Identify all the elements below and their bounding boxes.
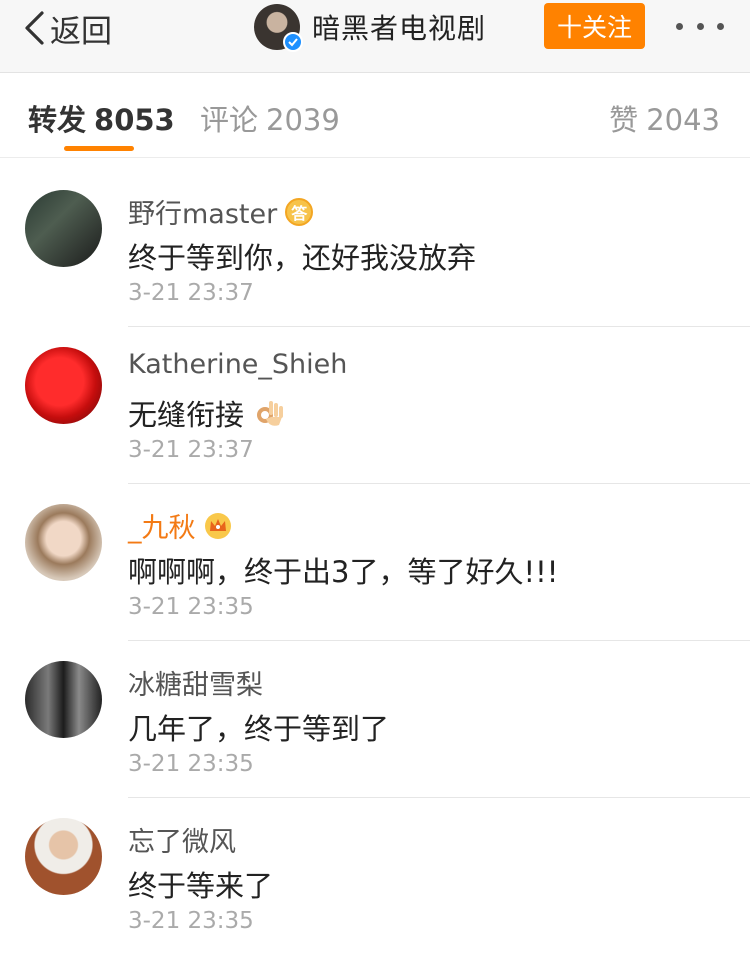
username[interactable]: 野行master 答 bbox=[128, 192, 314, 231]
tab-bar: 转发 8053 评论 2039 赞 2043 bbox=[0, 73, 750, 158]
page-title: 暗黑者电视剧 bbox=[312, 12, 487, 45]
username-text: 忘了微风 bbox=[128, 827, 236, 858]
more-dot-icon bbox=[676, 22, 683, 30]
tab-like-count: 2043 bbox=[646, 103, 720, 137]
timestamp: 3-21 23:35 bbox=[128, 908, 254, 934]
answer-badge-icon: 答 bbox=[285, 197, 314, 226]
username-text: Katherine_Shieh bbox=[128, 349, 348, 380]
timestamp: 3-21 23:35 bbox=[128, 594, 254, 620]
more-dot-icon bbox=[717, 22, 724, 30]
timestamp: 3-21 23:37 bbox=[128, 437, 254, 463]
ok-hand-icon bbox=[257, 401, 284, 426]
repost-text: 几年了，终于等到了 bbox=[128, 712, 390, 746]
avatar[interactable] bbox=[25, 504, 102, 581]
username[interactable]: Katherine_Shieh bbox=[128, 349, 347, 380]
list-item[interactable]: 忘了微风 终于等来了 3-21 23:35 bbox=[0, 798, 750, 955]
tab-repost-label: 转发 bbox=[28, 103, 87, 137]
back-button[interactable]: 返回 bbox=[22, 8, 112, 50]
more-options-button[interactable] bbox=[676, 8, 724, 44]
username[interactable]: 忘了微风 bbox=[128, 820, 236, 859]
crown-badge-icon bbox=[204, 512, 231, 539]
avatar[interactable] bbox=[25, 347, 102, 424]
repost-text: 无缝衔接 bbox=[128, 392, 288, 434]
repost-text: 终于等来了 bbox=[128, 869, 274, 903]
repost-text: 终于等到你，还好我没放弃 bbox=[128, 241, 477, 275]
avatar[interactable] bbox=[25, 661, 102, 738]
top-nav-bar: 返回 暗黑者电视剧 十关注 bbox=[0, 0, 750, 73]
list-item[interactable]: 冰糖甜雪梨 几年了，终于等到了 3-21 23:35 bbox=[0, 641, 750, 798]
poster-profile[interactable]: 暗黑者电视剧 bbox=[254, 3, 487, 52]
repost-list: 野行master 答 终于等到你，还好我没放弃 3-21 23:37 Kathe… bbox=[0, 170, 750, 955]
username[interactable]: 冰糖甜雪梨 bbox=[128, 663, 263, 702]
tab-like[interactable]: 赞 2043 bbox=[609, 97, 720, 139]
list-item[interactable]: Katherine_Shieh 无缝衔接 3-21 23:37 bbox=[0, 327, 750, 484]
repost-text-content: 无缝衔接 bbox=[128, 398, 245, 432]
active-tab-indicator bbox=[64, 146, 134, 151]
list-item[interactable]: _九秋 啊啊啊，终于出3了，等了好久!!! 3-21 23:35 bbox=[0, 484, 750, 641]
username[interactable]: _九秋 bbox=[128, 506, 232, 545]
repost-text: 啊啊啊，终于出3了，等了好久!!! bbox=[128, 555, 559, 589]
tab-like-label: 赞 bbox=[609, 103, 639, 137]
more-dot-icon bbox=[696, 22, 704, 30]
timestamp: 3-21 23:35 bbox=[128, 751, 254, 777]
avatar[interactable] bbox=[25, 190, 102, 267]
tab-repost-count: 8053 bbox=[94, 103, 175, 137]
username-text: 野行master bbox=[128, 199, 278, 230]
tab-comment-count: 2039 bbox=[266, 103, 340, 137]
follow-button[interactable]: 十关注 bbox=[544, 3, 645, 49]
username-text: _九秋 bbox=[128, 513, 196, 544]
back-label: 返回 bbox=[50, 13, 112, 50]
chevron-left-icon bbox=[25, 11, 44, 45]
username-text: 冰糖甜雪梨 bbox=[128, 670, 263, 701]
avatar[interactable] bbox=[254, 4, 303, 52]
list-item[interactable]: 野行master 答 终于等到你，还好我没放弃 3-21 23:37 bbox=[0, 170, 750, 327]
timestamp: 3-21 23:37 bbox=[128, 280, 254, 306]
tab-comment-label: 评论 bbox=[200, 103, 259, 137]
tab-comment[interactable]: 评论 2039 bbox=[200, 97, 340, 139]
tab-repost[interactable]: 转发 8053 bbox=[28, 97, 175, 139]
avatar[interactable] bbox=[25, 818, 102, 895]
verified-icon bbox=[283, 32, 303, 52]
